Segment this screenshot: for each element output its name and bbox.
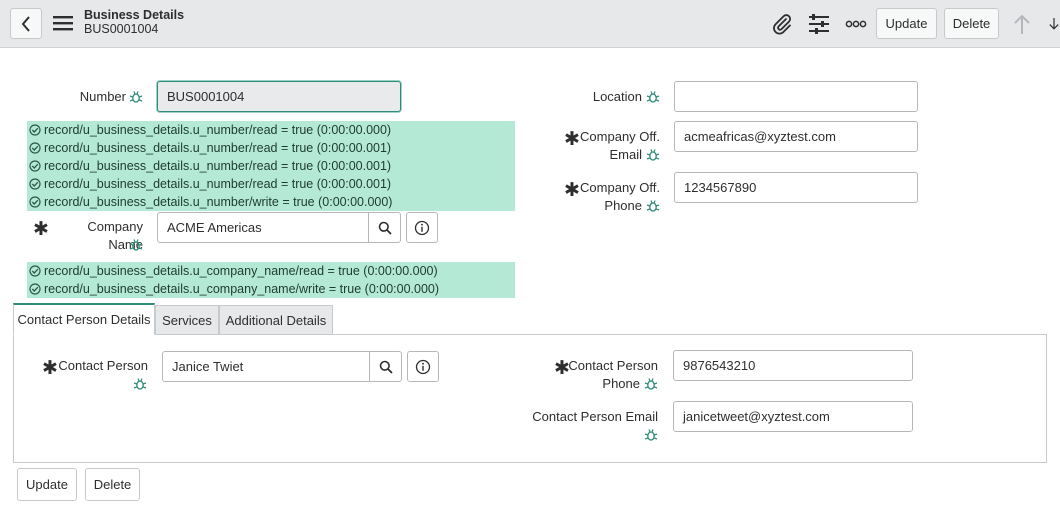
personalize-sliders-icon[interactable] <box>807 12 831 36</box>
contact-person-label: Contact Person <box>58 358 148 373</box>
tab-additional-details[interactable]: Additional Details <box>219 305 333 335</box>
check-circle-icon <box>29 160 41 172</box>
location-field[interactable] <box>674 81 918 112</box>
location-label: Location <box>592 89 642 104</box>
required-asterisk: ✱ <box>42 358 58 379</box>
info-icon <box>415 359 431 374</box>
search-icon <box>378 221 392 235</box>
info-icon <box>414 220 430 235</box>
company-phone-label-line2: Phone <box>604 198 642 213</box>
header-update-button[interactable]: Update <box>876 8 937 39</box>
company-email-label-line1: Company Off. <box>580 129 660 144</box>
debug-company-name-panel: record/u_business_details.u_company_name… <box>27 262 515 298</box>
record-number-subtitle: BUS0001004 <box>84 22 159 36</box>
header-delete-button[interactable]: Delete <box>944 8 999 39</box>
check-circle-icon <box>29 178 41 190</box>
debug-line: record/u_business_details.u_number/read … <box>27 157 515 175</box>
debug-line: record/u_business_details.u_number/read … <box>27 175 515 193</box>
debug-number-panel: record/u_business_details.u_number/read … <box>27 121 515 211</box>
bug-icon <box>129 238 143 255</box>
debug-line: record/u_business_details.u_company_name… <box>27 262 515 280</box>
check-circle-icon <box>29 283 41 295</box>
tab-services[interactable]: Services <box>155 305 219 335</box>
company-phone-label-line1: Company Off. <box>580 180 660 195</box>
contact-person-field[interactable]: Janice Twiet <box>162 351 370 382</box>
number-label: Number <box>79 89 126 104</box>
bug-icon <box>644 428 658 445</box>
contact-phone-label-line1: Contact Person <box>568 358 658 373</box>
check-circle-icon <box>29 142 41 154</box>
company-name-field[interactable]: ACME Americas <box>157 212 369 243</box>
check-circle-icon <box>29 124 41 136</box>
tab-contact-person-details[interactable]: Contact Person Details <box>13 303 155 335</box>
debug-line: record/u_business_details.u_number/read … <box>27 139 515 157</box>
contact-email-label: Contact Person Email <box>532 409 658 424</box>
next-record-arrow-icon[interactable] <box>1044 12 1060 36</box>
required-asterisk: ✱ <box>33 219 49 240</box>
footer-update-button[interactable]: Update <box>17 468 77 501</box>
check-circle-icon <box>29 265 41 277</box>
bug-icon <box>129 90 143 107</box>
contact-phone-label-line2: Phone <box>602 376 640 391</box>
debug-line: record/u_business_details.u_number/read … <box>27 121 515 139</box>
debug-line: record/u_business_details.u_number/write… <box>27 193 515 211</box>
company-email-label-line2: Email <box>609 147 642 162</box>
contact-phone-field[interactable]: 9876543210 <box>673 350 913 381</box>
footer-delete-button[interactable]: Delete <box>85 468 140 501</box>
contact-person-lookup-button[interactable] <box>370 351 402 382</box>
bug-icon <box>133 377 147 394</box>
company-email-field[interactable]: acmeafricas@xyztest.com <box>674 121 918 152</box>
hamburger-menu-icon[interactable] <box>52 13 74 33</box>
back-button[interactable] <box>10 8 42 39</box>
company-name-lookup-button[interactable] <box>369 212 401 243</box>
search-icon <box>379 360 393 374</box>
bug-icon <box>646 199 660 216</box>
chevron-left-icon <box>21 15 30 32</box>
contact-email-field[interactable]: janicetweet@xyztest.com <box>673 401 913 432</box>
paperclip-icon[interactable] <box>770 12 794 36</box>
check-circle-icon <box>29 196 41 208</box>
number-field[interactable]: BUS0001004 <box>157 81 401 112</box>
contact-person-preview-button[interactable] <box>407 351 439 382</box>
form-title: Business Details <box>84 8 185 22</box>
bug-icon <box>646 148 660 165</box>
previous-record-arrow-icon[interactable] <box>1010 12 1034 36</box>
company-phone-field[interactable]: 1234567890 <box>674 172 918 203</box>
debug-line: record/u_business_details.u_company_name… <box>27 280 515 298</box>
bug-icon <box>646 90 660 107</box>
bug-icon <box>644 377 658 394</box>
more-options-icon[interactable] <box>844 14 868 34</box>
company-name-preview-button[interactable] <box>406 212 438 243</box>
